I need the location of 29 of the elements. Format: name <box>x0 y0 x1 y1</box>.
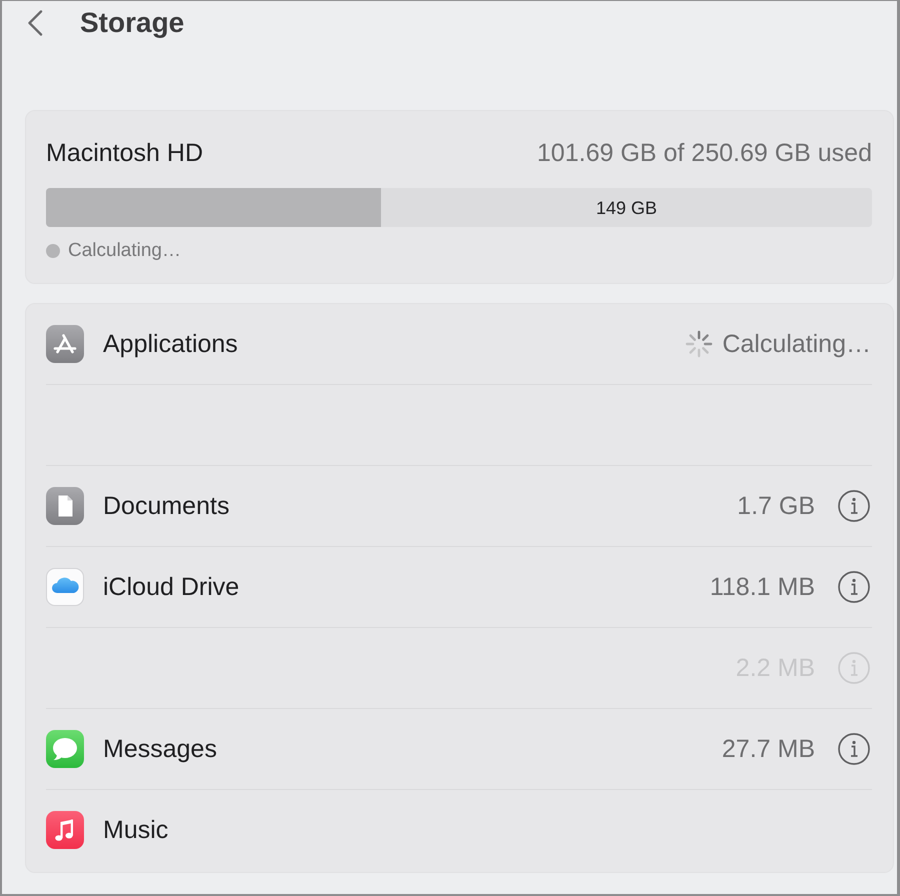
category-name: Documents <box>103 491 230 521</box>
cloud-icon <box>46 568 84 606</box>
document-icon <box>46 487 84 525</box>
info-icon <box>838 652 870 684</box>
chevron-left-icon <box>27 10 43 36</box>
free-space-label: 149 GB <box>596 196 658 218</box>
page-title: Storage <box>80 6 184 40</box>
category-name: Music <box>103 815 168 845</box>
status-text: Calculating… <box>722 329 871 359</box>
legend-label: Calculating… <box>68 240 181 262</box>
speech-bubble-icon <box>46 730 84 768</box>
info-button[interactable] <box>838 571 870 603</box>
info-icon <box>838 490 870 522</box>
info-button[interactable] <box>838 490 870 522</box>
category-name: iCloud Drive <box>103 572 240 602</box>
disk-usage: 101.69 GB of 250.69 GB used <box>537 138 872 168</box>
info-icon <box>838 733 870 765</box>
disk-name: Macintosh HD <box>46 138 203 168</box>
category-name: Applications <box>103 329 238 359</box>
info-button[interactable] <box>838 733 870 765</box>
music-note-icon <box>46 811 84 849</box>
size-text: 27.7 MB <box>722 734 815 764</box>
letter-a-icon <box>46 325 84 363</box>
category-name: Messages <box>103 734 217 764</box>
size-text: 118.1 MB <box>710 572 815 602</box>
back-button[interactable] <box>27 10 43 36</box>
spinner-icon <box>685 330 714 358</box>
size-text: 1.7 GB <box>737 491 815 521</box>
info-icon <box>838 571 870 603</box>
